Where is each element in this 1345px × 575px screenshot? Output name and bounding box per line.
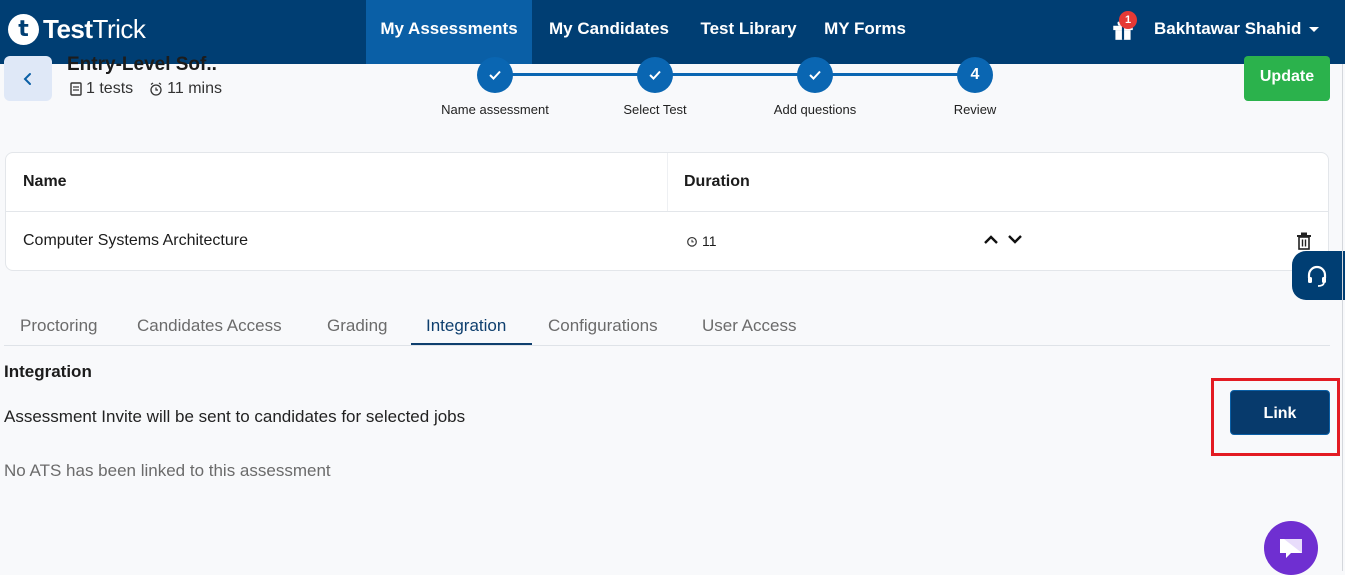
row-divider [6,211,1328,212]
document-icon [70,82,82,96]
active-tab-indicator [411,343,532,345]
step-4-circle[interactable]: 4 [957,57,993,93]
link-button[interactable]: Link [1230,390,1330,435]
assessment-title: Entry-Level Sof.. [67,54,217,75]
stepper-track [495,73,975,76]
check-icon [489,70,501,80]
step-2-circle[interactable] [637,57,673,93]
chevron-up-icon[interactable] [983,233,999,245]
assessment-duration: 11 mins [167,80,222,97]
update-button[interactable]: Update [1244,56,1330,101]
integration-title: Integration [4,362,92,381]
alarm-clock-icon [150,82,162,96]
back-button[interactable] [4,56,52,101]
step-3-circle[interactable] [797,57,833,93]
headset-icon [1307,265,1327,287]
step-1-label: Name assessment [441,102,549,117]
tests-count: 1 tests [86,80,134,97]
tab-grading[interactable]: Grading [327,316,387,336]
step-2-label: Select Test [623,102,687,117]
nav-test-library[interactable]: Test Library [686,0,811,64]
step-4-label: Review [953,102,997,117]
tab-integration[interactable]: Integration [426,316,506,336]
step-1-circle[interactable] [477,57,513,93]
alarm-clock-icon [687,236,697,247]
logo-wordmark: TestTrick [43,13,146,44]
integration-description: Assessment Invite will be sent to candid… [4,407,466,426]
chat-bubble-icon [1280,539,1302,558]
nav-my-forms[interactable]: MY Forms [811,0,919,64]
tests-table: Name Duration Computer Systems Architect… [5,152,1329,271]
nav-my-assessments[interactable]: My Assessments [366,0,532,64]
integration-empty-state: No ATS has been linked to this assessmen… [4,461,331,480]
chevron-left-icon [23,72,31,85]
tab-user-access[interactable]: User Access [702,316,796,336]
step-3-label: Add questions [773,102,857,117]
scrollbar-edge [1342,64,1343,571]
check-icon [649,70,661,80]
check-icon [809,70,821,80]
settings-tabs: Proctoring Candidates Access Grading Int… [4,300,1330,346]
testtrick-logo[interactable]: t TestTrick [8,12,146,46]
chat-button[interactable] [1264,521,1318,575]
trash-icon[interactable] [1296,232,1312,250]
column-divider [667,153,668,211]
column-header-name: Name [23,173,67,190]
test-duration-cell: 11 [686,233,717,249]
logo-mark: t [8,13,39,45]
nav-my-candidates[interactable]: My Candidates [532,0,686,64]
notification-badge: 1 [1119,11,1137,29]
assessment-meta: 1 tests 11 mins [70,80,222,98]
column-header-duration: Duration [684,173,750,190]
tab-proctoring[interactable]: Proctoring [20,316,97,336]
chevron-down-icon[interactable] [1007,233,1023,245]
user-menu-name[interactable]: Bakhtawar Shahid [1154,19,1301,39]
tab-configurations[interactable]: Configurations [548,316,658,336]
test-name-cell: Computer Systems Architecture [23,232,248,249]
chevron-down-icon[interactable] [1309,27,1319,32]
support-button[interactable] [1292,251,1345,300]
tab-candidates-access[interactable]: Candidates Access [137,316,282,336]
